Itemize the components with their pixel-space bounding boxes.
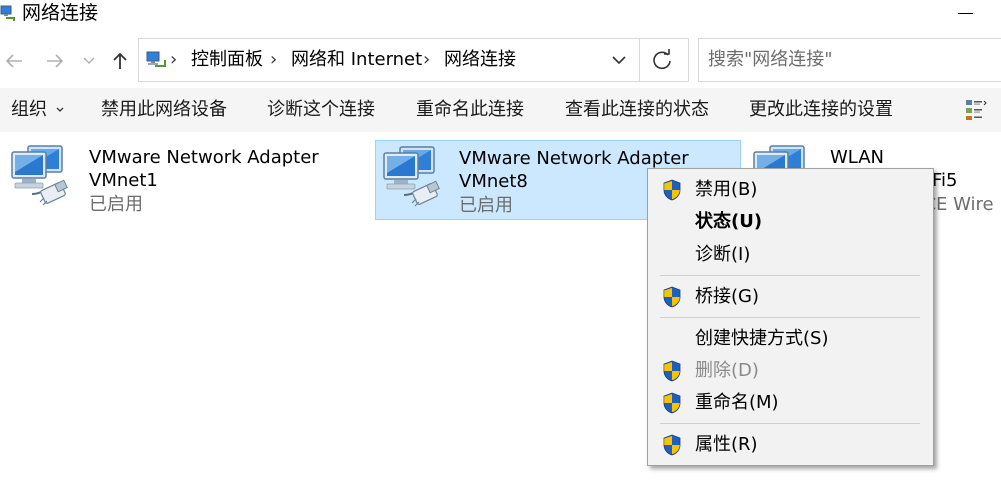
menu-item-disable[interactable]: 禁用(B) xyxy=(648,175,933,205)
menu-item-label: 桥接(G) xyxy=(695,286,759,307)
back-button[interactable] xyxy=(0,46,28,76)
breadcrumb-separator[interactable]: › xyxy=(270,49,277,71)
address-bar[interactable]: › 控制面板 › 网络和 Internet › 网络连接 xyxy=(138,38,689,82)
menu-item-diagnose[interactable]: 诊断(I) xyxy=(648,240,933,270)
organize-label: 组织 xyxy=(11,99,47,120)
uac-shield-icon xyxy=(662,360,682,382)
adapter-name: VMware Network Adapter xyxy=(459,148,689,169)
divider xyxy=(639,39,640,81)
uac-shield-icon xyxy=(662,434,682,456)
adapter-device: VMnet1 xyxy=(89,170,158,191)
refresh-icon[interactable] xyxy=(649,48,675,72)
back-arrow-icon xyxy=(5,54,22,68)
change-settings-button[interactable]: 更改此连接的设置 xyxy=(749,99,893,121)
adapter-name: WLAN xyxy=(830,147,885,168)
view-options-icon[interactable] xyxy=(964,97,988,121)
network-adapter-icon xyxy=(10,144,72,210)
up-button[interactable] xyxy=(106,46,134,76)
forward-button[interactable] xyxy=(41,46,69,76)
menu-item-label: 重命名(M) xyxy=(695,392,779,413)
search-box[interactable]: 搜索"网络连接" xyxy=(698,38,1001,82)
recent-dropdown-icon xyxy=(83,57,95,64)
recent-locations-button[interactable] xyxy=(78,46,100,76)
uac-shield-icon xyxy=(662,392,682,414)
network-folder-icon xyxy=(146,51,166,67)
menu-item-label: 删除(D) xyxy=(695,360,759,381)
menu-item-label: 诊断(I) xyxy=(695,244,751,265)
menu-item-status[interactable]: 状态(U) xyxy=(648,207,933,237)
breadcrumb-control-panel[interactable]: 控制面板 xyxy=(191,49,263,71)
forward-arrow-icon xyxy=(47,54,64,68)
menu-item-label: 属性(R) xyxy=(695,434,758,455)
dropdown-icon[interactable] xyxy=(607,49,631,71)
menu-item-bridge[interactable]: 桥接(G) xyxy=(648,282,933,312)
uac-shield-icon xyxy=(662,286,682,308)
rename-button[interactable]: 重命名此连接 xyxy=(416,99,524,121)
uac-shield-icon xyxy=(662,179,682,201)
menu-separator xyxy=(660,275,920,276)
menu-separator xyxy=(660,317,920,318)
adapter-device: Fi5 xyxy=(932,170,958,191)
disable-device-button[interactable]: 禁用此网络设备 xyxy=(101,99,227,121)
breadcrumb-separator[interactable]: › xyxy=(170,49,177,71)
chevron-down-icon xyxy=(56,107,64,112)
organize-menu[interactable]: 组织 xyxy=(11,99,64,121)
network-adapter-icon xyxy=(382,145,444,211)
breadcrumb-separator[interactable]: › xyxy=(423,49,430,71)
menu-item-label: 创建快捷方式(S) xyxy=(695,328,829,349)
menu-separator xyxy=(660,423,920,424)
title-bar: 网络连接 xyxy=(0,0,1001,28)
adapter-status: 已启用 xyxy=(459,195,513,216)
adapter-name: VMware Network Adapter xyxy=(89,147,319,168)
breadcrumb-network-connections[interactable]: 网络连接 xyxy=(444,49,516,71)
up-arrow-icon xyxy=(113,52,127,69)
minimize-button[interactable] xyxy=(954,4,976,22)
menu-item-properties[interactable]: 属性(R) xyxy=(648,430,933,460)
network-folder-icon xyxy=(0,5,15,21)
command-bar: 组织 禁用此网络设备 诊断这个连接 重命名此连接 查看此连接的状态 更改此连接的… xyxy=(0,88,1001,132)
menu-item-label: 禁用(B) xyxy=(695,179,758,200)
network-adapter-item[interactable]: VMware Network Adapter VMnet1 已启用 xyxy=(0,140,360,220)
diagnose-button[interactable]: 诊断这个连接 xyxy=(267,99,375,121)
search-input[interactable]: 搜索"网络连接" xyxy=(708,49,833,71)
adapter-device: VMnet8 xyxy=(459,171,528,192)
adapter-status: 已启用 xyxy=(89,194,143,215)
breadcrumb-network-internet[interactable]: 网络和 Internet xyxy=(291,49,422,71)
menu-item-rename[interactable]: 重命名(M) xyxy=(648,388,933,418)
menu-item-delete: 删除(D) xyxy=(648,356,933,386)
view-status-button[interactable]: 查看此连接的状态 xyxy=(565,99,709,121)
menu-item-label: 状态(U) xyxy=(695,211,763,232)
menu-item-create-shortcut[interactable]: 创建快捷方式(S) xyxy=(648,324,933,354)
context-menu: 禁用(B) 状态(U) 诊断(I) 桥接(G) 创建快捷方式(S) 删除(D) … xyxy=(647,168,934,466)
window-title: 网络连接 xyxy=(22,2,99,24)
